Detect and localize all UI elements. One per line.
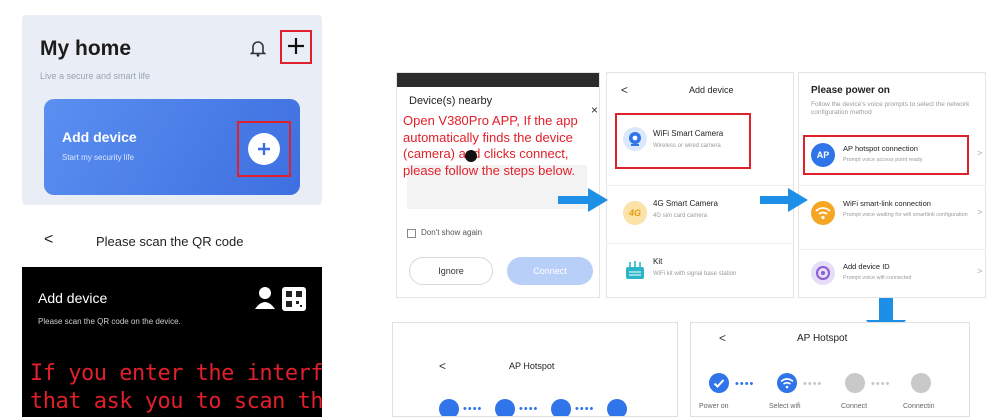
qr-panel-subtitle: Please scan the QR code on the device. <box>38 317 181 326</box>
back-button[interactable]: < <box>719 331 726 345</box>
item-sub: Wireless or wired camera <box>653 143 721 149</box>
smartlink-option[interactable]: WiFi smart-link connection Prompt voice … <box>807 191 985 239</box>
step-connector: •••• <box>735 378 755 390</box>
annotation-note-line2: that ask you to scan the <box>30 389 322 414</box>
device-type-wifi-camera[interactable]: WiFi Smart Camera Wireless or wired came… <box>617 115 785 167</box>
page-title: My home <box>40 37 132 60</box>
add-device-screen: < Add device WiFi Smart Camera Wireless … <box>606 72 794 298</box>
add-device-plus-button[interactable] <box>248 133 280 165</box>
person-icon <box>254 285 276 309</box>
add-device-title: Add device <box>689 85 734 95</box>
divider <box>799 249 985 250</box>
flow-arrow-icon <box>558 188 608 212</box>
4g-icon: 4G <box>623 201 647 225</box>
add-device-id-option[interactable]: Add device ID Prompt voice wifi connecte… <box>807 253 985 295</box>
step-label: Connect <box>841 403 868 410</box>
step-label: Select wifi <box>769 403 801 410</box>
ap-icon: AP <box>811 143 835 167</box>
device-type-kit[interactable]: Kit WiFi kit with signal base station <box>617 247 785 297</box>
chevron-right-icon: > <box>977 148 983 158</box>
ap-hotspot-screen-1: < AP Hotspot •••• •••• •••• <box>392 322 678 417</box>
dont-show-checkbox[interactable] <box>407 229 416 238</box>
back-button[interactable]: < <box>44 231 53 249</box>
ap-hotspot-screen-2: < AP Hotspot •••• •••• •••• Power on Sel… <box>690 322 970 417</box>
step-current-icon <box>607 399 627 416</box>
bell-icon[interactable] <box>249 39 267 57</box>
qr-code-icon <box>282 287 306 311</box>
power-on-screen: Please power on Follow the device's voic… <box>798 72 986 298</box>
qr-header: < Please scan the QR code <box>22 217 322 267</box>
ap-title: AP Hotspot <box>797 333 848 344</box>
step-label: Power on <box>699 403 729 410</box>
back-button[interactable]: < <box>621 83 628 97</box>
power-desc: Follow the device's voice prompts to sel… <box>811 101 970 116</box>
home-screen: My home Live a secure and smart life Add… <box>22 15 322 205</box>
power-title: Please power on <box>811 85 890 96</box>
step-connector: •••• <box>519 403 539 415</box>
annotation-note-line1: If you enter the interface <box>30 361 322 386</box>
ignore-button[interactable]: Ignore <box>409 257 493 285</box>
step-connector: •••• <box>871 378 891 390</box>
chevron-right-icon: > <box>977 207 983 217</box>
qr-scan-screen: < Please scan the QR code Add device Ple… <box>22 217 322 417</box>
device-id-icon <box>811 261 835 285</box>
step-done-icon <box>439 399 459 416</box>
qr-panel-title: Add device <box>38 290 108 306</box>
connect-button[interactable]: Connect <box>507 257 593 285</box>
step-connector: •••• <box>803 378 823 390</box>
option-label: AP hotspot connection <box>843 144 918 153</box>
dim-overlay <box>397 73 599 87</box>
qr-header-title: Please scan the QR code <box>96 234 244 249</box>
divider <box>607 243 793 244</box>
wifi-step-icon <box>777 373 797 393</box>
ap-hotspot-option[interactable]: AP AP hotspot connection Prompt voice ac… <box>807 135 985 175</box>
plus-icon[interactable] <box>286 36 306 56</box>
divider <box>799 185 985 186</box>
step-label: Connectin <box>903 403 935 410</box>
dont-show-label: Don't show again <box>421 228 483 237</box>
option-label: WiFi smart-link connection <box>843 199 931 208</box>
ap-title: AP Hotspot <box>509 361 555 371</box>
add-device-card[interactable]: Add device Start my security life <box>44 99 300 195</box>
item-label: 4G Smart Camera <box>653 199 718 208</box>
wifi-icon <box>811 201 835 225</box>
step-done-icon <box>495 399 515 416</box>
dialog-title: Device(s) nearby <box>409 95 493 107</box>
add-device-card-subtitle: Start my security life <box>62 153 135 162</box>
option-sub: Prompt voice waiting for wifi smartlink … <box>843 212 968 218</box>
step-connector: •••• <box>575 403 595 415</box>
step-done-icon <box>551 399 571 416</box>
camera-icon <box>623 127 647 151</box>
cursor-dot-icon <box>465 150 477 162</box>
chevron-right-icon: > <box>977 266 983 276</box>
option-label: Add device ID <box>843 262 890 271</box>
item-sub: WiFi kit with signal base station <box>653 271 737 277</box>
step-connector: •••• <box>463 403 483 415</box>
kit-icon <box>623 259 647 281</box>
item-label: WiFi Smart Camera <box>653 129 724 138</box>
back-button[interactable]: < <box>439 359 446 373</box>
option-sub: Prompt voice access point ready <box>843 157 923 163</box>
add-device-card-title: Add device <box>62 129 137 145</box>
connect-step-icon <box>845 373 865 393</box>
connecting-step-icon <box>911 373 931 393</box>
item-label: Kit <box>653 257 663 266</box>
divider <box>607 185 793 186</box>
nearby-dialog: Device(s) nearby × Open V380Pro APP, If … <box>396 72 600 298</box>
item-sub: 4G sim card camera <box>653 213 708 219</box>
flow-arrow-icon <box>760 188 808 212</box>
option-sub: Prompt voice wifi connected <box>843 275 912 281</box>
home-subtitle: Live a secure and smart life <box>40 71 151 81</box>
annotation-note: Open V380Pro APP, If the app automatical… <box>403 113 578 178</box>
power-on-step-icon <box>709 373 729 393</box>
